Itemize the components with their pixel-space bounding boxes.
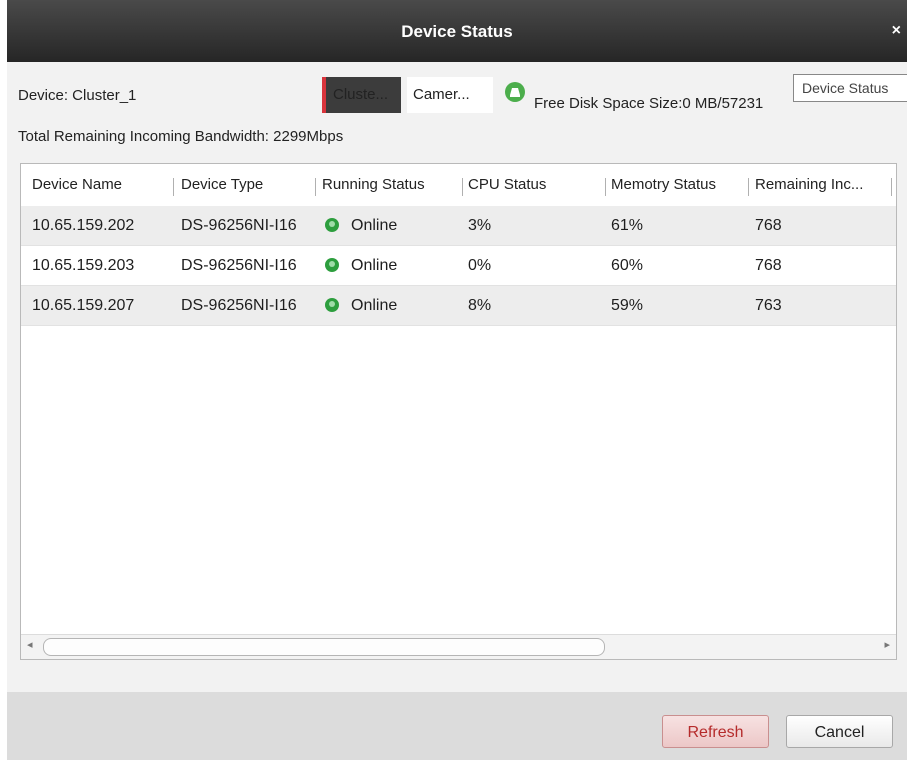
cancel-button[interactable]: Cancel (786, 715, 893, 748)
cell-memory-status: 59% (611, 297, 644, 314)
bandwidth-text: Total Remaining Incoming Bandwidth: 2299… (18, 128, 344, 145)
device-table: Device Name Device Type Running Status C… (20, 163, 897, 660)
tab-cluster[interactable]: Cluste... (322, 77, 401, 113)
cell-running-status: Online (325, 246, 397, 286)
cell-device-type: DS-96256NI-I16 (181, 257, 297, 274)
cell-remaining-incoming: 768 (755, 257, 782, 274)
status-text: Online (351, 297, 398, 314)
cell-cpu-status: 3% (468, 217, 492, 234)
refresh-button[interactable]: Refresh (662, 715, 769, 748)
status-text: Online (351, 217, 398, 234)
col-device-name[interactable]: Device Name (32, 164, 165, 206)
tab-camera[interactable]: Camer... (407, 77, 493, 113)
scrollbar-thumb[interactable] (43, 638, 605, 656)
cell-cpu-status: 0% (468, 257, 492, 274)
column-separator[interactable] (173, 178, 174, 196)
table-header: Device Name Device Type Running Status C… (21, 164, 896, 207)
column-separator[interactable] (605, 178, 606, 196)
cell-running-status: Online (325, 206, 397, 246)
cell-remaining-incoming: 763 (755, 297, 782, 314)
cell-device-name: 10.65.159.207 (32, 297, 135, 314)
cell-memory-status: 60% (611, 257, 644, 274)
dialog-title: Device Status (401, 22, 513, 41)
horizontal-scrollbar[interactable]: ◂ ▸ (21, 634, 896, 659)
device-label: Device: Cluster_1 (18, 87, 137, 104)
col-remaining-incoming[interactable]: Remaining Inc... (755, 164, 890, 206)
online-status-icon (325, 298, 339, 312)
cell-device-name: 10.65.159.203 (32, 257, 135, 274)
dialog-footer (7, 692, 907, 760)
table-row[interactable]: 10.65.159.207 DS-96256NI-I16 Online 8% 5… (21, 286, 896, 326)
table-row[interactable]: 10.65.159.202 DS-96256NI-I16 Online 3% 6… (21, 206, 896, 246)
cell-device-type: DS-96256NI-I16 (181, 297, 297, 314)
table-row[interactable]: 10.65.159.203 DS-96256NI-I16 Online 0% 6… (21, 246, 896, 286)
cell-cpu-status: 8% (468, 297, 492, 314)
online-status-icon (325, 218, 339, 232)
col-cpu-status[interactable]: CPU Status (468, 164, 598, 206)
cell-running-status: Online (325, 286, 397, 326)
free-disk-space-text: Free Disk Space Size:0 MB/57231 (534, 95, 764, 112)
col-memory-status[interactable]: Memotry Status (611, 164, 746, 206)
cell-device-name: 10.65.159.202 (32, 217, 135, 234)
cell-device-type: DS-96256NI-I16 (181, 217, 297, 234)
online-status-icon (325, 258, 339, 272)
col-running-status[interactable]: Running Status (322, 164, 462, 206)
cell-remaining-incoming: 768 (755, 217, 782, 234)
title-bar[interactable]: Device Status × (7, 0, 907, 62)
column-separator[interactable] (315, 178, 316, 196)
tooltip: Device Status (793, 74, 907, 102)
close-icon[interactable]: × (892, 22, 901, 40)
status-text: Online (351, 257, 398, 274)
column-separator[interactable] (462, 178, 463, 196)
disk-status-icon (505, 82, 525, 102)
column-separator[interactable] (891, 178, 892, 196)
scroll-left-icon[interactable]: ◂ (27, 638, 33, 651)
scroll-right-icon[interactable]: ▸ (884, 638, 890, 651)
device-status-dialog: Device Status × Device: Cluster_1 Cluste… (7, 0, 907, 760)
column-separator[interactable] (748, 178, 749, 196)
col-device-type[interactable]: Device Type (181, 164, 311, 206)
cell-memory-status: 61% (611, 217, 644, 234)
